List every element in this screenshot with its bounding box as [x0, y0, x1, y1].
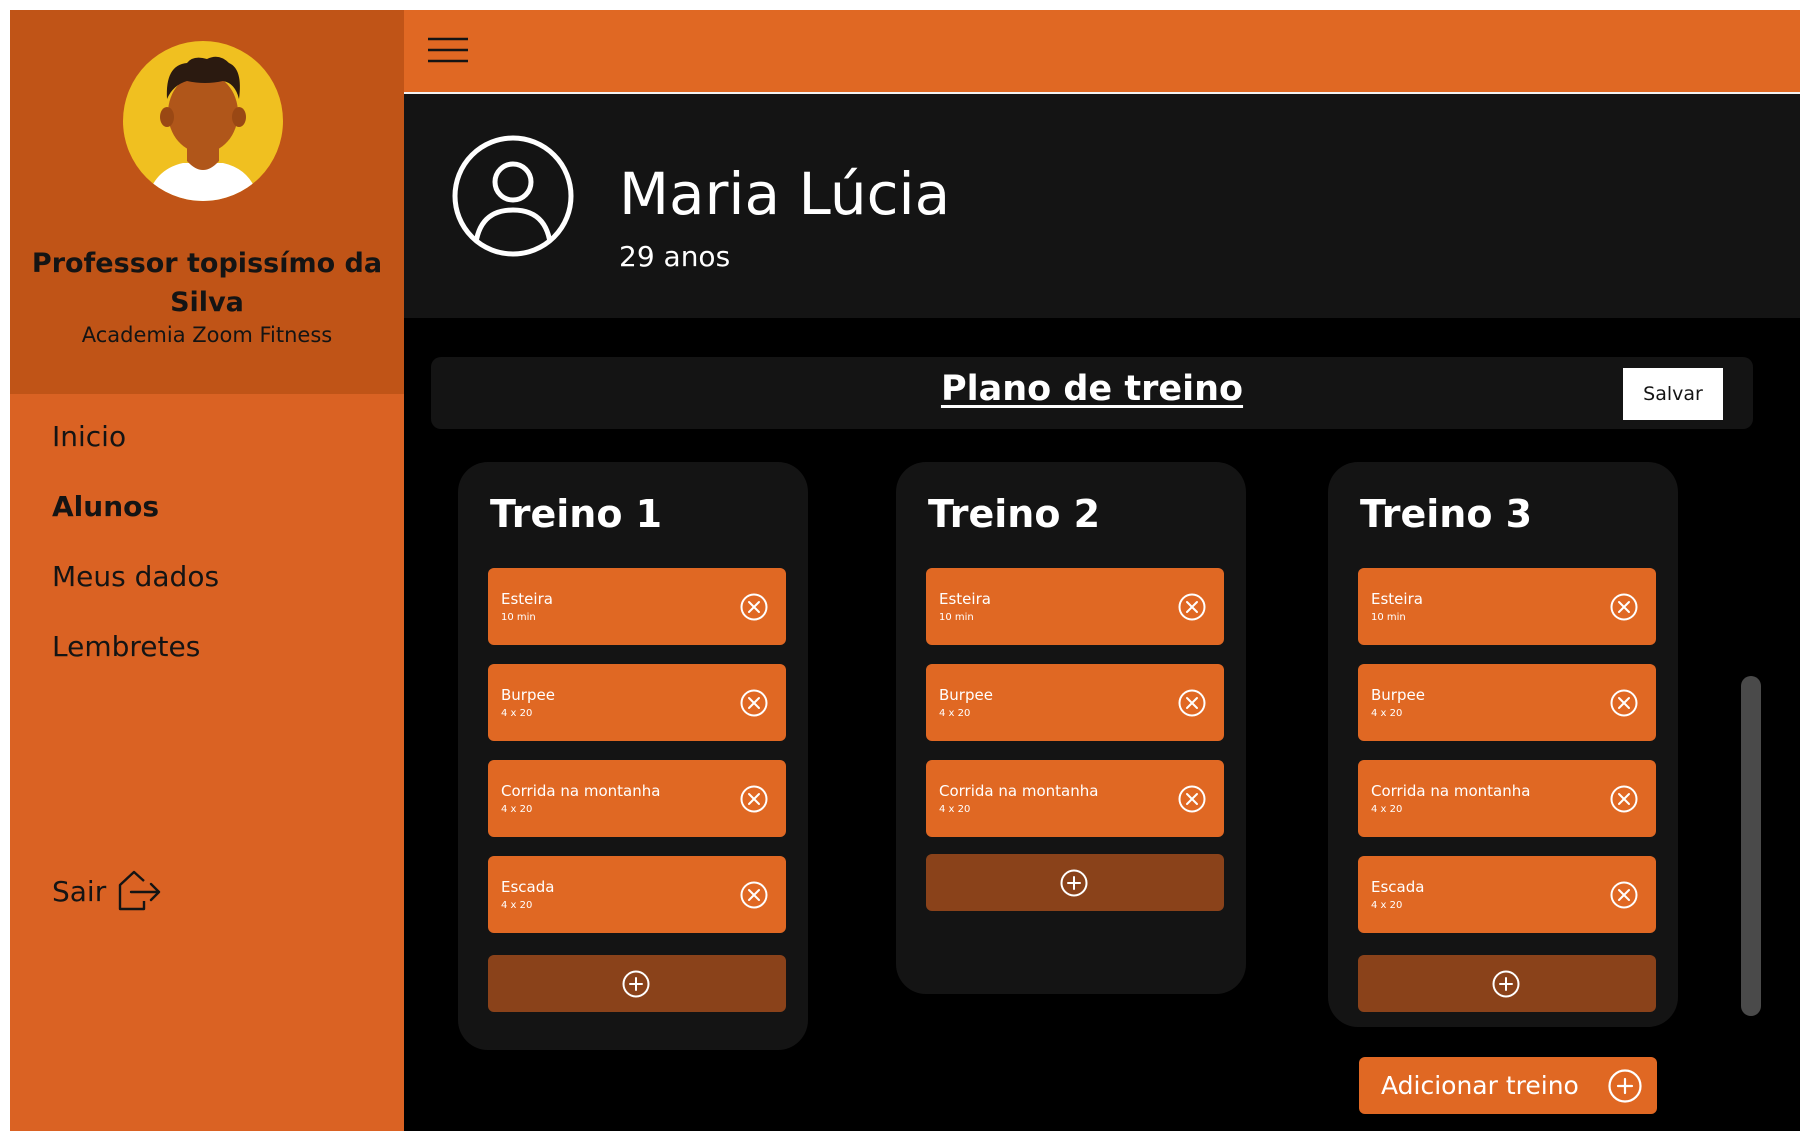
exercise-name: Esteira: [501, 590, 553, 608]
exercise-name: Corrida na montanha: [1371, 782, 1531, 800]
plan-header: Plano de treino Salvar: [431, 357, 1753, 429]
user-circle-icon: [452, 135, 574, 257]
exercise-detail: 10 min: [1371, 612, 1406, 623]
exercise-item[interactable]: Corrida na montanha 4 x 20: [1358, 760, 1656, 837]
exercise-item[interactable]: Corrida na montanha 4 x 20: [488, 760, 786, 837]
plus-circle-icon: [622, 970, 650, 998]
exercise-name: Burpee: [939, 686, 993, 704]
close-circle-icon[interactable]: [1609, 592, 1639, 622]
exercise-item[interactable]: Esteira 10 min: [1358, 568, 1656, 645]
app-frame: Professor topissímo da Silva Academia Zo…: [10, 10, 1800, 1131]
exercise-detail: 4 x 20: [939, 708, 971, 719]
exercise-detail: 4 x 20: [501, 804, 533, 815]
add-exercise-button[interactable]: [926, 854, 1224, 911]
sidebar: Professor topissímo da Silva Academia Zo…: [10, 10, 404, 1131]
exercise-detail: 4 x 20: [939, 804, 971, 815]
workout-card-3: Treino 3 Esteira 10 min Burpee 4 x 20 Co…: [1328, 462, 1678, 1027]
close-circle-icon[interactable]: [1609, 688, 1639, 718]
exercise-name: Escada: [1371, 878, 1425, 896]
close-circle-icon[interactable]: [1177, 784, 1207, 814]
exercise-name: Esteira: [1371, 590, 1423, 608]
exercise-item[interactable]: Corrida na montanha 4 x 20: [926, 760, 1224, 837]
exercise-item[interactable]: Burpee 4 x 20: [1358, 664, 1656, 741]
exercise-name: Esteira: [939, 590, 991, 608]
nav-item-alunos[interactable]: Alunos: [52, 490, 159, 523]
workout-title: Treino 1: [490, 492, 663, 536]
scrollbar-thumb[interactable]: [1741, 676, 1761, 1016]
exercise-detail: 4 x 20: [1371, 708, 1403, 719]
add-training-label: Adicionar treino: [1381, 1071, 1579, 1100]
exercise-detail: 4 x 20: [501, 900, 533, 911]
nav-item-meus-dados[interactable]: Meus dados: [52, 560, 219, 593]
exercise-detail: 4 x 20: [501, 708, 533, 719]
close-circle-icon[interactable]: [1177, 688, 1207, 718]
logout-icon: [119, 870, 161, 911]
profile-panel: Professor topissímo da Silva Academia Zo…: [10, 10, 404, 394]
professor-name: Professor topissímo da Silva: [31, 248, 383, 318]
workout-card-1: Treino 1 Esteira 10 min Burpee 4 x 20 Co…: [458, 462, 808, 1050]
exercise-name: Corrida na montanha: [501, 782, 661, 800]
close-circle-icon[interactable]: [1609, 784, 1639, 814]
workout-title: Treino 3: [1360, 492, 1533, 536]
exercise-item[interactable]: Escada 4 x 20: [488, 856, 786, 933]
nav-item-lembretes[interactable]: Lembretes: [52, 630, 200, 663]
top-bar: [404, 10, 1800, 94]
close-circle-icon[interactable]: [739, 784, 769, 814]
exercise-item[interactable]: Esteira 10 min: [488, 568, 786, 645]
plus-circle-icon: [1608, 1068, 1642, 1103]
close-circle-icon[interactable]: [739, 880, 769, 910]
plus-circle-icon: [1492, 970, 1520, 998]
avatar: [123, 41, 283, 216]
nav-item-inicio[interactable]: Inicio: [52, 420, 126, 453]
exercise-detail: 10 min: [501, 612, 536, 623]
save-button[interactable]: Salvar: [1623, 368, 1723, 420]
exercise-item[interactable]: Esteira 10 min: [926, 568, 1224, 645]
exercise-detail: 4 x 20: [1371, 804, 1403, 815]
exercise-item[interactable]: Burpee 4 x 20: [488, 664, 786, 741]
close-circle-icon[interactable]: [739, 592, 769, 622]
student-age: 29 anos: [619, 240, 731, 273]
student-name: Maria Lúcia: [619, 160, 951, 228]
exercise-name: Escada: [501, 878, 555, 896]
close-circle-icon[interactable]: [1609, 880, 1639, 910]
gym-name: Academia Zoom Fitness: [81, 323, 333, 347]
hamburger-menu-icon[interactable]: [428, 36, 468, 66]
logout-button[interactable]: Sair: [52, 870, 162, 912]
workout-title: Treino 2: [928, 492, 1101, 536]
exercise-detail: 4 x 20: [1371, 900, 1403, 911]
workout-card-2: Treino 2 Esteira 10 min Burpee 4 x 20 Co…: [896, 462, 1246, 994]
close-circle-icon[interactable]: [1177, 592, 1207, 622]
close-circle-icon[interactable]: [739, 688, 769, 718]
exercise-item[interactable]: Burpee 4 x 20: [926, 664, 1224, 741]
plan-title: Plano de treino: [940, 369, 1244, 409]
exercise-name: Burpee: [501, 686, 555, 704]
plus-circle-icon: [1060, 869, 1088, 897]
add-training-button[interactable]: Adicionar treino: [1359, 1057, 1657, 1114]
exercise-detail: 10 min: [939, 612, 974, 623]
add-exercise-button[interactable]: [488, 955, 786, 1012]
logout-label: Sair: [52, 874, 107, 908]
exercise-name: Corrida na montanha: [939, 782, 1099, 800]
student-header: Maria Lúcia 29 anos: [404, 94, 1800, 318]
exercise-name: Burpee: [1371, 686, 1425, 704]
add-exercise-button[interactable]: [1358, 955, 1656, 1012]
exercise-item[interactable]: Escada 4 x 20: [1358, 856, 1656, 933]
